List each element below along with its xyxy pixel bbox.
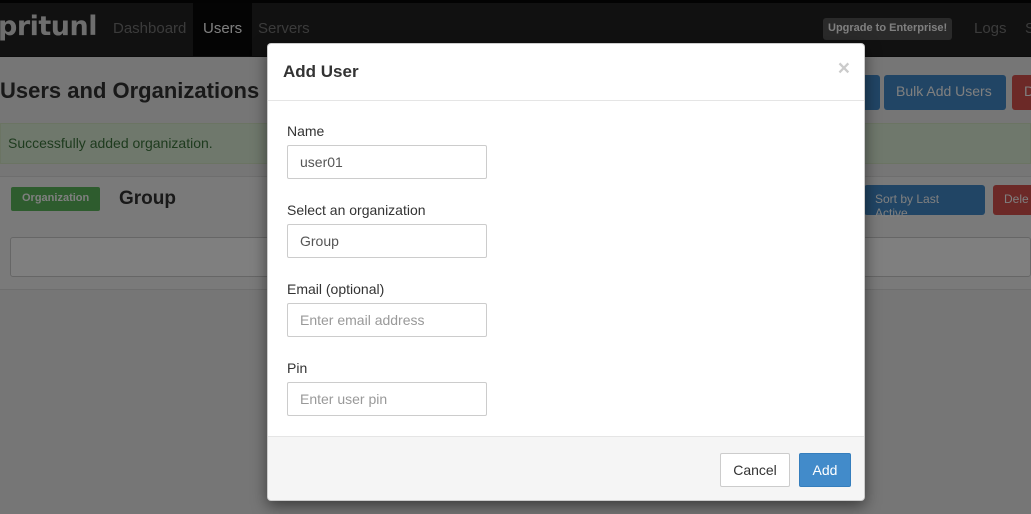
pin-label: Pin xyxy=(287,360,308,376)
add-button[interactable]: Add xyxy=(799,453,851,487)
modal-footer: Cancel Add xyxy=(268,436,864,500)
name-input[interactable] xyxy=(287,145,487,179)
email-label: Email (optional) xyxy=(287,281,385,297)
pin-input[interactable] xyxy=(287,382,487,416)
name-label: Name xyxy=(287,123,325,139)
close-icon[interactable]: × xyxy=(838,58,850,79)
modal-title: Add User xyxy=(283,62,359,81)
organization-label: Select an organization xyxy=(287,202,426,218)
cancel-button[interactable]: Cancel xyxy=(720,453,790,487)
email-input[interactable] xyxy=(287,303,487,337)
organization-select[interactable] xyxy=(287,224,487,258)
modal-header: Add User × xyxy=(268,44,864,101)
add-user-modal: Add User × Name Select an organization E… xyxy=(267,43,865,501)
